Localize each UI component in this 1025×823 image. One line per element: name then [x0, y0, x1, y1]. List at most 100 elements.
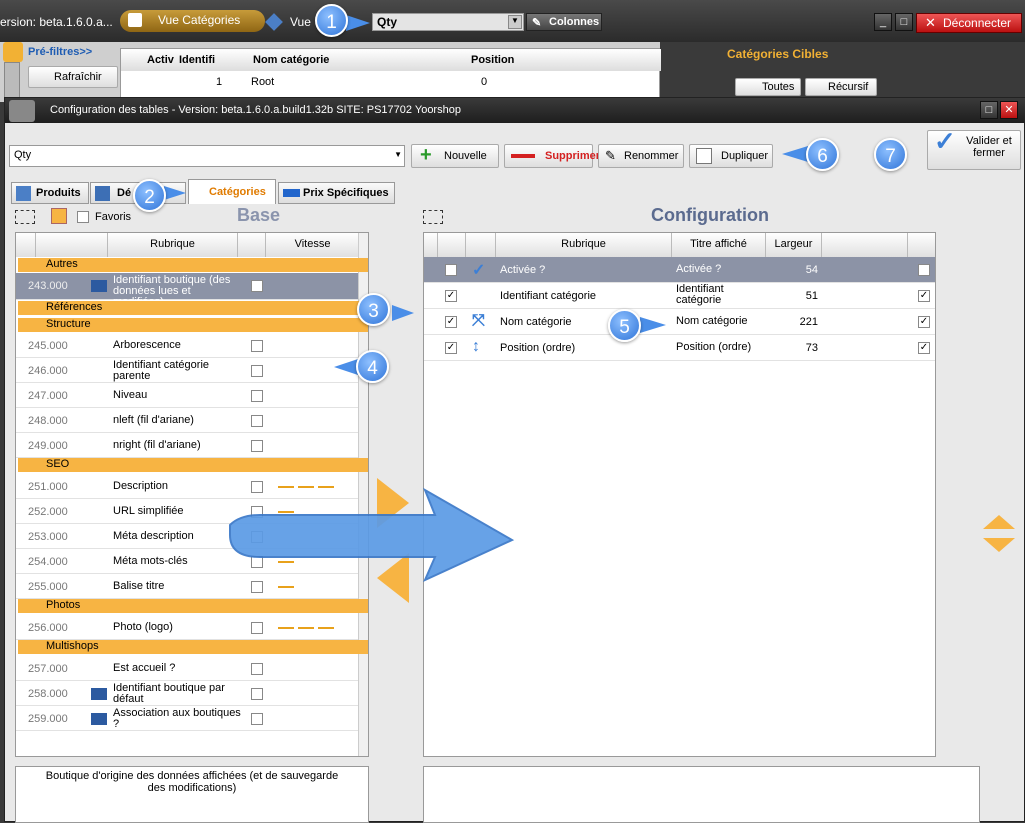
col-titre-header[interactable]: Titre affiché	[672, 233, 766, 257]
row-checkbox[interactable]	[251, 340, 263, 352]
row-checkbox[interactable]	[251, 622, 263, 634]
config-row[interactable]: ✓ ↕ Position (ordre) Position (ordre) 73 ✓	[424, 335, 935, 361]
nouvelle-button[interactable]: + Nouvelle	[411, 144, 499, 168]
callout-pointer	[334, 359, 358, 375]
dupliquer-button[interactable]: Dupliquer	[689, 144, 773, 168]
config-titre[interactable]: Position (ordre)	[676, 342, 756, 353]
row-id: 247.000	[28, 390, 68, 402]
config-titre[interactable]: Identifiant catégorie	[676, 284, 756, 306]
chevron-down-icon[interactable]: ▼	[508, 15, 522, 29]
config-largeur[interactable]: 221	[766, 316, 818, 328]
col-vitesse-header[interactable]: Vitesse	[266, 233, 360, 257]
table-row[interactable]: 258.000 Identifiant boutique par défaut	[16, 681, 358, 706]
col-color-header[interactable]	[822, 233, 908, 257]
move-down-icon[interactable]	[983, 538, 1015, 552]
disconnect-button[interactable]: ✕ Déconnecter	[916, 13, 1022, 33]
col-rubrique-header[interactable]: Rubrique	[108, 233, 238, 257]
row-checkbox[interactable]	[251, 688, 263, 700]
visible-checkbox[interactable]: ✓	[445, 342, 457, 354]
config-combo[interactable]: Qty ▼	[9, 145, 405, 167]
table-row[interactable]: 246.000 Identifiant catégorie parente	[16, 358, 358, 383]
col-order-header[interactable]	[908, 233, 935, 257]
toutes-button[interactable]: Toutes	[735, 78, 801, 96]
row-checkbox[interactable]	[251, 663, 263, 675]
tab-prix-specifiques[interactable]: Prix Spécifiques	[278, 182, 395, 204]
col-icon-header[interactable]	[466, 233, 496, 257]
table-row[interactable]: 247.000 Niveau	[16, 383, 358, 408]
col-check-header[interactable]	[238, 233, 266, 257]
dialog-close-button[interactable]: ✕	[1000, 101, 1018, 119]
config-row[interactable]: ✓ Identifiant catégorie Identifiant catégo…	[424, 283, 935, 309]
visible-checkbox[interactable]: ✓	[445, 290, 457, 302]
group-autres[interactable]: Autres	[18, 258, 368, 272]
tab-produits[interactable]: Produits	[11, 182, 89, 204]
table-row[interactable]: 245.000 Arborescence	[16, 333, 358, 358]
row-label: Arborescence	[113, 339, 181, 351]
col-id-header[interactable]	[36, 233, 108, 257]
refresh-button[interactable]: Rafraîchir	[28, 66, 118, 88]
select-icon[interactable]	[15, 210, 35, 224]
config-largeur[interactable]: 73	[766, 342, 818, 354]
maximize-button[interactable]: □	[895, 13, 913, 31]
recursif-button[interactable]: Récursif	[805, 78, 877, 96]
order-checkbox[interactable]: ✓	[918, 316, 930, 328]
callout-1: 1	[315, 4, 348, 37]
row-checkbox[interactable]	[251, 713, 263, 725]
order-checkbox[interactable]: ✓	[918, 264, 930, 276]
config-largeur[interactable]: 54	[766, 264, 818, 276]
col-sort-header[interactable]	[424, 233, 438, 257]
row-checkbox[interactable]	[251, 365, 263, 377]
group-photos[interactable]: Photos	[18, 599, 368, 613]
config-titre[interactable]: Nom catégorie	[676, 316, 756, 327]
table-row[interactable]: 249.000 nright (fil d'ariane)	[16, 433, 358, 458]
favoris-checkbox[interactable]	[77, 211, 89, 223]
col-visible-header[interactable]	[438, 233, 466, 257]
col-rubrique-header[interactable]: Rubrique	[496, 233, 672, 257]
table-row[interactable]: 259.000 Association aux boutiques ?	[16, 706, 358, 731]
row-label: Niveau	[113, 389, 148, 401]
move-up-icon[interactable]	[983, 515, 1015, 529]
row-checkbox[interactable]	[251, 415, 263, 427]
vue-button[interactable]: Vue	[290, 15, 311, 29]
prefiltres-link[interactable]: Pré-filtres>>	[28, 46, 92, 58]
renommer-button[interactable]: ✎ Renommer	[598, 144, 684, 168]
group-seo[interactable]: SEO	[18, 458, 368, 472]
group-multishops[interactable]: Multishops	[18, 640, 368, 654]
config-row[interactable]: ✓ ✓ Activée ? Activée ? 54 ✓	[424, 257, 935, 283]
config-row[interactable]: ✓ ⤧ Nom catégorie Nom catégorie 221 ✓	[424, 309, 935, 335]
col-sort-header[interactable]	[16, 233, 36, 257]
config-rubrique: Nom catégorie	[500, 316, 572, 328]
row-checkbox[interactable]	[251, 280, 263, 292]
row-checkbox[interactable]	[251, 390, 263, 402]
resize-icon: ⤧	[472, 312, 485, 329]
minimize-button[interactable]: _	[874, 13, 892, 31]
valider-button[interactable]: ✓ Valider et fermer	[927, 128, 1021, 170]
supprimer-button[interactable]: Supprimer	[504, 144, 600, 168]
config-largeur[interactable]: 51	[766, 290, 818, 302]
col-largeur-header[interactable]: Largeur	[766, 233, 822, 257]
visible-checkbox[interactable]: ✓	[445, 316, 457, 328]
dialog-maximize-button[interactable]: □	[980, 101, 998, 119]
scrollbar[interactable]	[4, 62, 20, 102]
group-references[interactable]: Références	[18, 301, 368, 315]
tab-categories[interactable]: Catégories	[188, 179, 276, 204]
order-checkbox[interactable]: ✓	[918, 342, 930, 354]
config-titre[interactable]: Activée ?	[676, 264, 756, 275]
visible-checkbox[interactable]: ✓	[445, 264, 457, 276]
view-combo[interactable]: Qty ▼	[372, 13, 524, 31]
vue-categories-button[interactable]: Vue Catégories	[120, 10, 265, 32]
table-row[interactable]: 257.000 Est accueil ?	[16, 656, 358, 681]
select-icon[interactable]	[423, 210, 443, 224]
group-structure[interactable]: Structure	[18, 318, 368, 332]
colonnes-label: Colonnes	[549, 16, 600, 28]
order-checkbox[interactable]: ✓	[918, 290, 930, 302]
version-label: ersion: beta.1.6.0.a...	[0, 15, 113, 29]
categories-icon	[128, 13, 142, 27]
row-checkbox[interactable]	[251, 440, 263, 452]
tree-icon[interactable]	[51, 208, 67, 224]
table-row[interactable]: 256.000 Photo (logo)	[16, 615, 358, 640]
table-row[interactable]: 243.000 Identifiant boutique (des donnée…	[16, 273, 358, 308]
table-row[interactable]: 248.000 nleft (fil d'ariane)	[16, 408, 358, 433]
row-position: 0	[481, 76, 488, 88]
colonnes-button[interactable]: ✎ Colonnes	[526, 13, 602, 31]
